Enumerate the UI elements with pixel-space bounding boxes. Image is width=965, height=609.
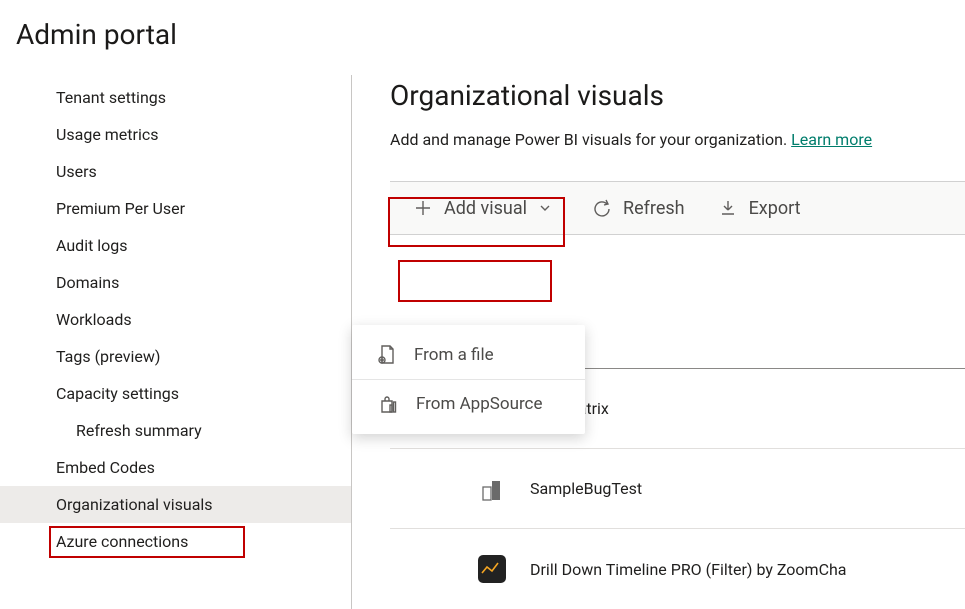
add-visual-label: Add visual <box>444 198 527 219</box>
file-icon <box>378 345 396 365</box>
export-button[interactable]: Export <box>715 192 805 225</box>
add-visual-button[interactable]: Add visual <box>404 192 563 225</box>
main-content: Organizational visuals Add and manage Po… <box>352 75 965 609</box>
visual-dark-icon <box>478 555 506 583</box>
sidebar-item-azure-connections[interactable]: Azure connections <box>0 523 351 560</box>
page-description-text: Add and manage Power BI visuals for your… <box>390 130 791 149</box>
dropdown-from-file-label: From a file <box>414 345 494 365</box>
visual-name: SampleBugTest <box>530 479 642 498</box>
chevron-down-icon <box>539 202 551 214</box>
learn-more-link[interactable]: Learn more <box>791 130 872 149</box>
app-title: Admin portal <box>16 18 949 51</box>
sidebar-item-usage-metrics[interactable]: Usage metrics <box>0 116 351 153</box>
sidebar-item-organizational-visuals[interactable]: Organizational visuals <box>0 486 351 523</box>
sidebar-item-domains[interactable]: Domains <box>0 264 351 301</box>
sidebar-item-refresh-summary[interactable]: Refresh summary <box>0 412 351 449</box>
refresh-label: Refresh <box>623 198 685 219</box>
sidebar-item-tags-preview[interactable]: Tags (preview) <box>0 338 351 375</box>
sidebar-item-capacity-settings[interactable]: Capacity settings <box>0 375 351 412</box>
page-title: Organizational visuals <box>390 79 965 112</box>
plus-icon <box>414 199 432 217</box>
header: Admin portal <box>0 0 965 61</box>
sidebar-item-workloads[interactable]: Workloads <box>0 301 351 338</box>
visual-bar-icon <box>478 475 506 503</box>
refresh-icon <box>593 199 611 217</box>
dropdown-from-appsource-label: From AppSource <box>416 394 542 414</box>
list-item[interactable]: Drill Down Timeline PRO (Filter) by Zoom… <box>390 529 965 609</box>
sidebar: Tenant settings Usage metrics Users Prem… <box>0 75 352 609</box>
sidebar-item-audit-logs[interactable]: Audit logs <box>0 227 351 264</box>
export-label: Export <box>749 198 801 219</box>
dropdown-from-appsource[interactable]: From AppSource <box>352 379 585 428</box>
sidebar-item-premium-per-user[interactable]: Premium Per User <box>0 190 351 227</box>
appsource-icon <box>378 394 398 414</box>
visual-name: Drill Down Timeline PRO (Filter) by Zoom… <box>530 560 847 579</box>
sidebar-item-users[interactable]: Users <box>0 153 351 190</box>
download-icon <box>719 199 737 217</box>
page-description: Add and manage Power BI visuals for your… <box>390 130 965 149</box>
dropdown-from-file[interactable]: From a file <box>352 331 585 379</box>
list-item[interactable]: SampleBugTest <box>390 449 965 529</box>
toolbar: Add visual Refresh Export <box>390 181 965 235</box>
sidebar-item-tenant-settings[interactable]: Tenant settings <box>0 79 351 116</box>
sidebar-item-embed-codes[interactable]: Embed Codes <box>0 449 351 486</box>
add-visual-dropdown: From a file From AppSource <box>352 325 585 434</box>
refresh-button[interactable]: Refresh <box>589 192 689 225</box>
